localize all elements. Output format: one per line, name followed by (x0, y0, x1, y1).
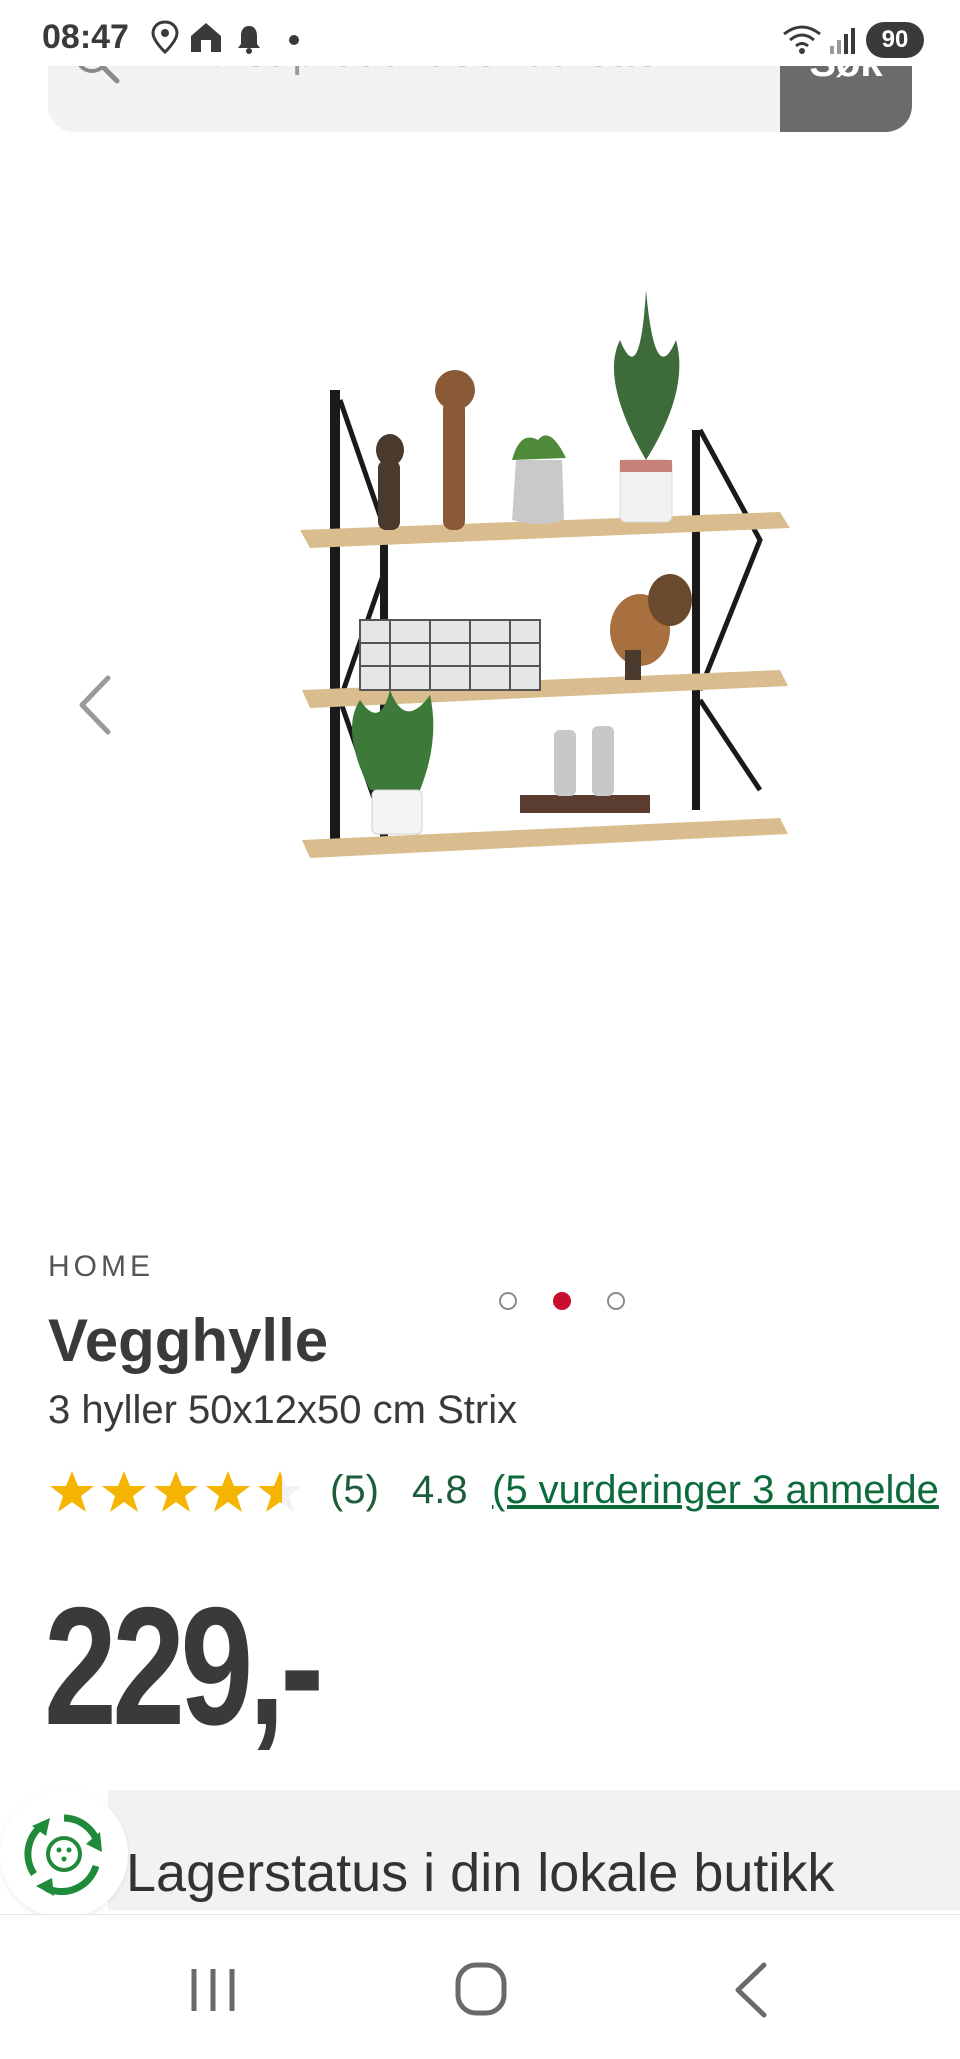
back-icon[interactable] (706, 1955, 796, 2025)
home-button-icon[interactable] (436, 1955, 526, 2025)
product-gallery[interactable] (0, 150, 960, 1310)
status-bar: 08:47 90 (0, 0, 960, 66)
stock-status-section[interactable]: Lagerstatus i din lokale butikk (108, 1790, 960, 1910)
battery-indicator: 90 (866, 22, 924, 58)
gallery-dot-2-active[interactable] (553, 1292, 571, 1310)
star-icon (102, 1471, 146, 1512)
reviews-link[interactable]: (5 vurderinger 3 anmelde (492, 1468, 939, 1513)
product-price: 229,- (44, 1572, 324, 1760)
product-image[interactable] (280, 230, 820, 870)
home-icon (191, 23, 221, 52)
location-icon (151, 20, 179, 54)
rating-stars[interactable] (48, 1468, 308, 1520)
dot-icon (289, 35, 299, 45)
gallery-dot-1[interactable] (499, 1292, 517, 1310)
system-nav-bar (0, 1914, 960, 2059)
recycle-icon (24, 1814, 102, 1896)
notification-bell-icon (238, 26, 260, 54)
gallery-dot-3[interactable] (607, 1292, 625, 1310)
half-star-icon (258, 1471, 302, 1512)
shelf-rail-left (330, 390, 340, 840)
signal-icon (830, 28, 855, 54)
chevron-left-icon[interactable] (72, 670, 122, 740)
recent-apps-icon[interactable] (168, 1955, 258, 2025)
product-brand[interactable]: HOME (48, 1250, 154, 1284)
status-time: 08:47 (42, 18, 129, 56)
stock-status-text: Lagerstatus i din lokale butikk (126, 1843, 835, 1903)
star-icon (206, 1471, 250, 1512)
star-icon (50, 1471, 94, 1512)
star-icon (154, 1471, 198, 1512)
rating-count[interactable]: (5) (330, 1468, 379, 1513)
product-subtitle: 3 hyller 50x12x50 cm Strix (48, 1388, 518, 1432)
product-title: Vegghylle (48, 1307, 329, 1374)
recycle-button[interactable] (0, 1790, 128, 1918)
rating-row: (5) 4.8 (5 vurderinger 3 anmelde (48, 1466, 960, 1522)
wifi-icon (783, 25, 821, 54)
rating-score: 4.8 (412, 1468, 468, 1512)
